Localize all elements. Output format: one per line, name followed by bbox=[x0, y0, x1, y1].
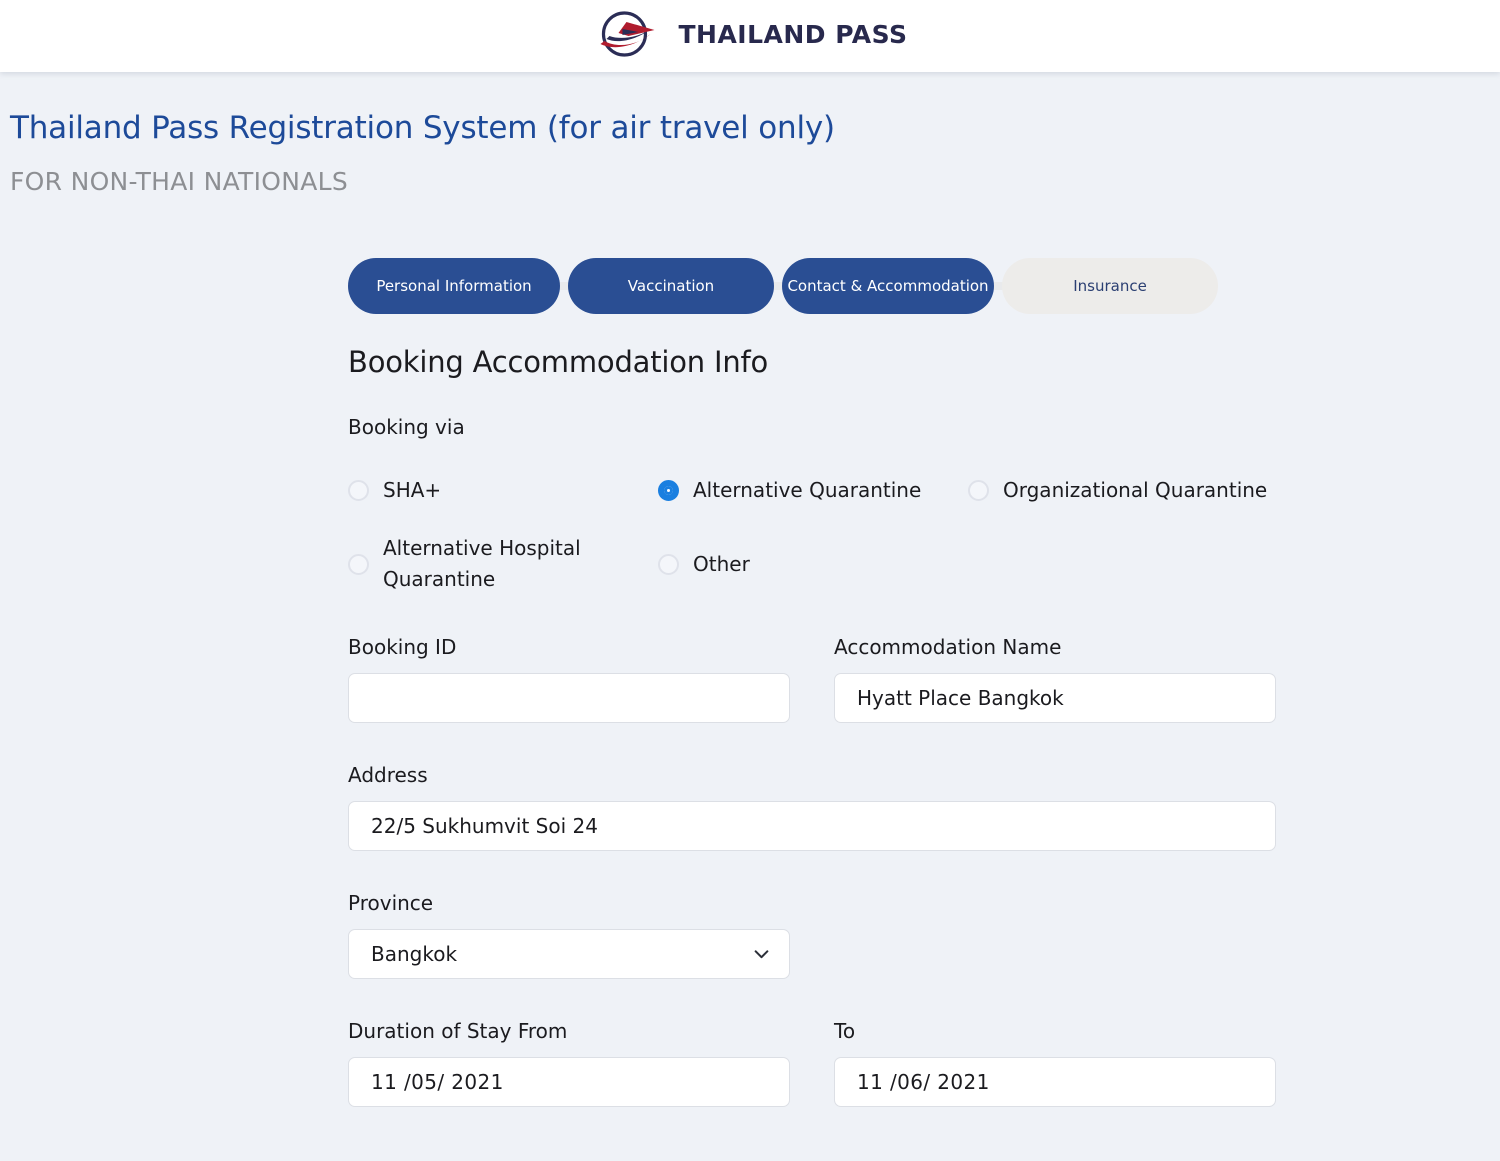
address-input[interactable] bbox=[348, 801, 1276, 851]
duration-to-field-group: To 11 /06/ 2021 bbox=[834, 1019, 1276, 1107]
radio-label: Other bbox=[693, 551, 750, 576]
radio-option-alternative-hospital-quarantine[interactable]: Alternative Hospital Quarantine bbox=[348, 533, 658, 595]
booking-id-input[interactable] bbox=[348, 673, 790, 723]
province-selected-value: Bangkok bbox=[371, 942, 458, 966]
duration-of-stay-row: Duration of Stay From 11 /05/ 2021 To 11… bbox=[348, 1019, 1276, 1107]
booking-id-field-group: Booking ID bbox=[348, 635, 790, 723]
radio-label: Alternative Quarantine bbox=[693, 477, 922, 502]
booking-accommodation-form: Booking Accommodation Info Booking via S… bbox=[348, 345, 1276, 1107]
duration-from-date-input[interactable]: 11 /05/ 2021 bbox=[348, 1057, 790, 1107]
site-header: THAILAND PASS bbox=[0, 0, 1500, 72]
section-title: Booking Accommodation Info bbox=[348, 345, 769, 379]
address-field-group: Address bbox=[348, 763, 1276, 851]
step-vaccination[interactable]: Vaccination bbox=[568, 258, 774, 314]
booking-id-label: Booking ID bbox=[348, 635, 457, 659]
accommodation-name-input[interactable] bbox=[834, 673, 1276, 723]
radio-option-organizational-quarantine[interactable]: Organizational Quarantine bbox=[968, 467, 1276, 513]
duration-from-value: 11 /05/ 2021 bbox=[371, 1070, 504, 1094]
province-select[interactable]: Bangkok bbox=[348, 929, 790, 979]
duration-to-label: To bbox=[834, 1019, 856, 1043]
radio-label: Alternative Hospital Quarantine bbox=[383, 536, 581, 591]
province-row: Province Bangkok bbox=[348, 891, 1276, 979]
radio-option-sha-plus[interactable]: SHA+ bbox=[348, 467, 658, 513]
accommodation-name-field-group: Accommodation Name bbox=[834, 635, 1276, 723]
step-insurance[interactable]: Insurance bbox=[1002, 258, 1218, 314]
province-select-wrapper: Bangkok bbox=[348, 929, 790, 979]
radio-icon bbox=[658, 553, 679, 575]
radio-label: SHA+ bbox=[383, 477, 442, 502]
duration-from-label: Duration of Stay From bbox=[348, 1019, 568, 1043]
accommodation-name-label: Accommodation Name bbox=[834, 635, 1062, 659]
radio-icon bbox=[968, 479, 989, 501]
step-personal-information[interactable]: Personal Information bbox=[348, 258, 560, 314]
address-row: Address bbox=[348, 763, 1276, 851]
duration-to-date-input[interactable]: 11 /06/ 2021 bbox=[834, 1057, 1276, 1107]
address-label: Address bbox=[348, 763, 428, 787]
registration-stepper: Personal Information Vaccination Contact… bbox=[348, 258, 1218, 314]
radio-icon bbox=[348, 553, 369, 575]
step-contact-accommodation[interactable]: Contact & Accommodation bbox=[782, 258, 994, 314]
page-title: Thailand Pass Registration System (for a… bbox=[10, 110, 835, 146]
radio-option-alternative-quarantine[interactable]: Alternative Quarantine bbox=[658, 467, 968, 513]
thailand-pass-airplane-circle-logo bbox=[600, 11, 655, 57]
duration-from-field-group: Duration of Stay From 11 /05/ 2021 bbox=[348, 1019, 790, 1107]
radio-icon bbox=[348, 479, 369, 501]
radio-option-other[interactable]: Other bbox=[658, 533, 968, 595]
brand-logo-group[interactable]: THAILAND PASS bbox=[592, 8, 907, 60]
province-field-group: Province Bangkok bbox=[348, 891, 790, 979]
brand-name: THAILAND PASS bbox=[678, 19, 908, 49]
duration-to-value: 11 /06/ 2021 bbox=[857, 1070, 990, 1094]
booking-id-accommodation-row: Booking ID Accommodation Name bbox=[348, 635, 1276, 723]
radio-label: Organizational Quarantine bbox=[1003, 477, 1268, 502]
booking-via-radio-group: SHA+ Alternative Quarantine Organization… bbox=[348, 467, 1276, 595]
radio-grid-spacer bbox=[968, 533, 1276, 595]
province-label: Province bbox=[348, 891, 434, 915]
radio-icon-selected bbox=[658, 479, 679, 501]
page-subtitle: FOR NON-THAI NATIONALS bbox=[10, 167, 349, 196]
booking-via-label: Booking via bbox=[348, 415, 465, 439]
